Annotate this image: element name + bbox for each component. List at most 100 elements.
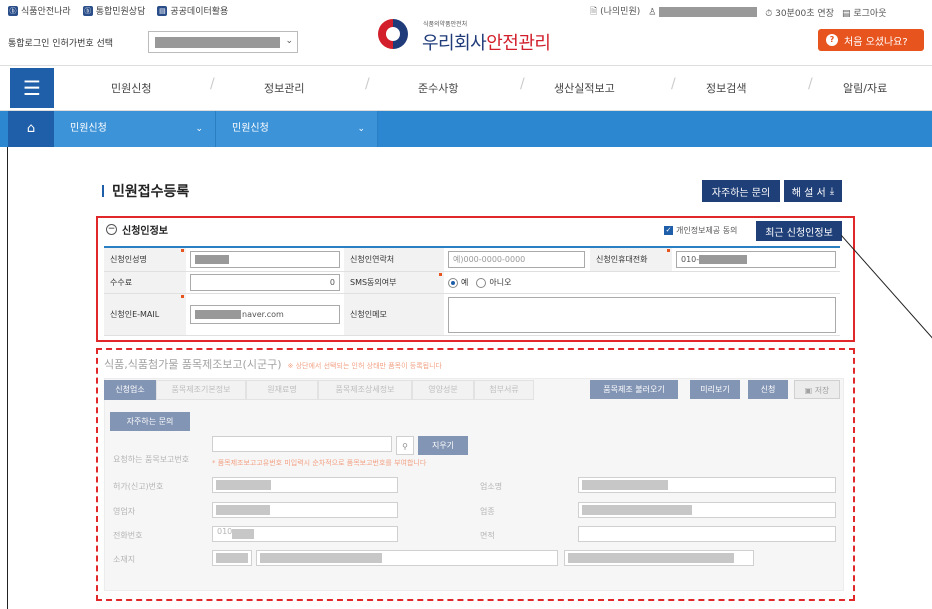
nav-item-petition[interactable]: 민원신청	[111, 80, 151, 96]
contact-label: 신청인연락처	[344, 248, 444, 271]
email-field[interactable]: naver.com	[190, 305, 340, 324]
consent-checkbox[interactable]: ✓ 개인정보제공 동의	[664, 225, 737, 236]
sms-label: SMS동의여부	[344, 272, 444, 293]
owner-label: 영업자	[113, 507, 136, 516]
my-petition-link[interactable]: 🗎 (나의민원)	[590, 4, 640, 20]
logo-emblem-icon	[378, 19, 408, 49]
doc-icon: ⓑ	[8, 5, 18, 16]
search-note: * 품목제조보고고유번호 미입력시 순차적으로 품목보고번호를 부여합니다	[212, 459, 427, 467]
search-icon[interactable]: ⚲	[396, 436, 414, 455]
nav-item-compliance[interactable]: 준수사항	[418, 80, 458, 96]
nav-item-notice[interactable]: 알림/자료	[843, 80, 887, 96]
masked-value	[582, 480, 668, 490]
tab-basic-info[interactable]: 품목제조기본정보	[156, 380, 246, 400]
search-label: 요청하는 품목보고번호	[113, 455, 190, 464]
logo-subtitle: 식품의약품안전처	[423, 21, 468, 28]
masked-value	[216, 480, 271, 490]
contact-field[interactable]: 예)000-0000-0000	[448, 251, 585, 268]
memo-label: 신청인메모	[344, 294, 444, 335]
first-visit-button[interactable]: ? 처음 오셨나요?	[818, 29, 924, 51]
tab-nutrition[interactable]: 영양성분	[412, 380, 474, 400]
manual-button[interactable]: 해 설 서 ⤓	[784, 180, 842, 202]
clear-button[interactable]: 지우기	[418, 436, 468, 455]
save-button[interactable]: ▣ 저장	[794, 380, 840, 399]
tab-ingredients[interactable]: 원재료명	[246, 380, 318, 400]
tab-business[interactable]: 신청업소	[104, 380, 156, 400]
nav-separator: /	[671, 76, 676, 92]
nav-separator: /	[210, 76, 215, 92]
chevron-down-icon: ⌄	[285, 36, 293, 46]
masked-value	[568, 553, 734, 563]
name-field[interactable]	[190, 251, 340, 268]
masked-value	[195, 310, 241, 319]
report-number-input[interactable]	[212, 436, 392, 452]
top-link-opendata[interactable]: ▤ 공공데이터활용	[157, 4, 228, 17]
logo-title: 우리회사안전관리	[422, 33, 551, 54]
report-section-title: 식품,식품첨가물 품목제조보고(시군구) ※ 상단에서 선택되는 인허 상태만 …	[104, 358, 442, 371]
masked-value	[582, 505, 692, 515]
nav-separator: /	[365, 76, 370, 92]
monitor-icon: ▤	[157, 5, 168, 16]
applicant-table: 신청인성명 신청인연락처 예)000-0000-0000 신청인휴대전화 010…	[104, 246, 840, 336]
question-icon: ?	[826, 34, 838, 46]
tab-detail-info[interactable]: 품목제조상세정보	[318, 380, 412, 400]
report-faq-button[interactable]: 자주하는 문의	[110, 412, 190, 431]
nav-item-search[interactable]: 정보검색	[706, 80, 746, 96]
collapse-icon[interactable]: −	[106, 224, 117, 235]
checkbox-checked-icon: ✓	[664, 226, 673, 235]
save-icon: ▣	[804, 386, 813, 395]
memo-field[interactable]	[448, 296, 836, 333]
tab-attachments[interactable]: 첨부서류	[474, 380, 534, 400]
masked-value	[260, 553, 382, 563]
area-label: 면적	[480, 531, 495, 540]
masked-value	[216, 553, 248, 563]
main-nav: ☰ 민원신청 / 정보관리 / 준수사항 / 생산실적보고 / 정보검색 / 알…	[0, 65, 932, 111]
sub-nav: ⌂ 민원신청 ⌄ 민원신청 ⌄	[0, 111, 932, 147]
masked-value	[699, 255, 748, 264]
mobile-label: 신청인휴대전화	[590, 248, 672, 271]
recent-applicant-button[interactable]: 최근 신청인정보	[756, 221, 842, 241]
download-icon: ⤓	[829, 185, 835, 197]
applicant-section-title: − 신청인정보	[106, 224, 168, 237]
nav-item-production[interactable]: 생산실적보고	[554, 80, 615, 96]
mobile-field[interactable]: 010-	[676, 251, 836, 268]
nav-item-info[interactable]: 정보관리	[264, 80, 304, 96]
user-links: 🗎 (나의민원) ♙ ⏱ 30분00초 연장 ▤ 로그아웃	[590, 4, 886, 20]
user-name: ♙	[648, 6, 758, 17]
load-report-button[interactable]: 품목제조 불러오기	[590, 380, 678, 399]
fee-field[interactable]: 0	[190, 274, 340, 291]
masked-value	[195, 255, 229, 264]
masked-value	[216, 505, 270, 515]
sms-no-radio[interactable]	[476, 277, 487, 288]
faq-button[interactable]: 자주하는 문의	[702, 180, 780, 202]
login-select-label: 통합로그인 인허가번호 선택	[8, 39, 114, 49]
report-note: ※ 상단에서 선택되는 인허 상태만 품목이 등록됩니다	[287, 362, 442, 370]
page-title: 민원접수등록	[102, 181, 189, 201]
top-link-consult[interactable]: ⓑ 통합민원상담	[82, 4, 145, 17]
sms-yes-radio[interactable]	[448, 277, 458, 288]
chevron-down-icon: ⌄	[195, 124, 203, 134]
menu-icon[interactable]: ☰	[10, 68, 54, 108]
apply-button[interactable]: 신청	[748, 380, 788, 399]
license-label: 허가(신고)번호	[113, 482, 164, 491]
logo[interactable]: 식품의약품안전처 우리회사안전관리	[378, 15, 558, 55]
top-link-foodsafety[interactable]: ⓑ 식품안전나라	[8, 4, 71, 17]
name-label: 신청인성명	[104, 248, 186, 271]
nav-separator: /	[808, 76, 813, 92]
preview-button[interactable]: 미리보기	[690, 380, 740, 399]
fee-label: 수수료	[104, 272, 186, 293]
email-label: 신청인E-MAIL	[104, 294, 186, 335]
type-label: 업종	[480, 507, 495, 516]
top-links: ⓑ 식품안전나라 ⓑ 통합민원상담 ▤ 공공데이터활용	[8, 4, 228, 17]
session-extend-link[interactable]: ⏱ 30분00초 연장	[765, 6, 834, 19]
subnav-level1[interactable]: 민원신청 ⌄	[54, 111, 216, 147]
subnav-level2[interactable]: 민원신청 ⌄	[216, 111, 378, 147]
window-border-left	[7, 147, 8, 609]
home-icon[interactable]: ⌂	[8, 111, 54, 147]
logout-link[interactable]: ▤ 로그아웃	[842, 6, 887, 19]
chevron-down-icon: ⌄	[357, 124, 365, 134]
phone-label: 전화번호	[113, 531, 143, 540]
area-field[interactable]	[578, 526, 836, 542]
doc-icon: ⓑ	[82, 5, 93, 16]
license-select[interactable]: ⌄	[148, 31, 298, 53]
